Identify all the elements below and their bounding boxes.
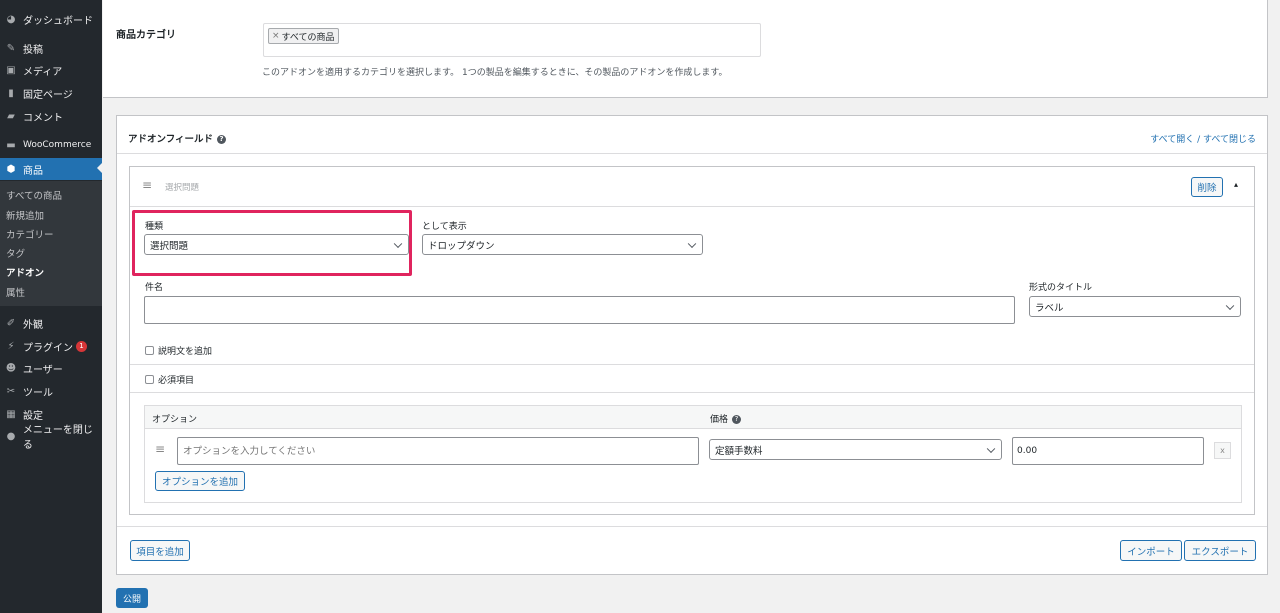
page-icon: ▮ bbox=[8, 87, 14, 99]
required-label: 必須項目 bbox=[158, 376, 195, 386]
submenu-attributes[interactable]: 属性 bbox=[6, 285, 25, 299]
display-label: として表示 bbox=[422, 222, 467, 232]
delete-button[interactable]: 削除 bbox=[1191, 177, 1223, 197]
add-field-button[interactable]: 項目を追加 bbox=[130, 540, 190, 561]
chevron-down-icon bbox=[687, 239, 697, 248]
divider bbox=[117, 153, 1267, 154]
option-drag-handle-icon[interactable]: ≡ bbox=[155, 442, 165, 456]
price-input[interactable]: 0.00 bbox=[1012, 437, 1204, 465]
divider bbox=[117, 526, 1267, 527]
option-input[interactable] bbox=[177, 437, 699, 465]
tag-remove-icon[interactable]: × bbox=[272, 31, 280, 41]
menu-plugins[interactable]: ⚡ プラグイン 1 bbox=[0, 336, 102, 356]
pin-icon: ✎ bbox=[6, 42, 16, 54]
export-button[interactable]: エクスポート bbox=[1184, 540, 1256, 561]
category-panel: 商品カテゴリ × すべての商品 このアドオンを適用するカテゴリを選択します。 1… bbox=[103, 0, 1268, 98]
menu-woocommerce[interactable]: ▬ WooCommerce bbox=[0, 135, 102, 155]
divider bbox=[130, 392, 1254, 393]
category-label: 商品カテゴリ bbox=[116, 30, 176, 41]
comment-icon: ▰ bbox=[7, 110, 15, 122]
woocommerce-icon: ▬ bbox=[6, 139, 16, 151]
help-icon[interactable]: ? bbox=[732, 415, 742, 424]
submenu-add-new[interactable]: 新規追加 bbox=[6, 208, 44, 222]
publish-button[interactable]: 公開 bbox=[116, 588, 148, 608]
collapse-icon: ● bbox=[6, 430, 16, 442]
menu-tools[interactable]: ✂ ツール bbox=[0, 381, 102, 401]
plugin-update-badge: 1 bbox=[76, 340, 87, 352]
menu-dashboard[interactable]: ◕ ダッシュボード bbox=[0, 9, 102, 29]
menu-collapse[interactable]: ● メニューを閉じる bbox=[0, 425, 102, 451]
addon-fields-title: アドオンフィールド? bbox=[128, 131, 227, 145]
category-select[interactable]: × すべての商品 bbox=[263, 23, 761, 57]
dashboard-icon: ◕ bbox=[6, 13, 16, 25]
media-icon: ▣ bbox=[6, 64, 16, 76]
display-select[interactable]: ドロップダウン bbox=[422, 234, 703, 255]
help-icon[interactable]: ? bbox=[217, 135, 227, 144]
category-description: このアドオンを適用するカテゴリを選択します。 1つの製品を編集するときに、その製… bbox=[262, 68, 728, 78]
add-description-label: 説明文を追加 bbox=[158, 347, 213, 357]
menu-appearance[interactable]: ✐ 外観 bbox=[0, 313, 102, 333]
chevron-down-icon bbox=[1225, 301, 1235, 310]
chevron-down-icon bbox=[986, 444, 996, 453]
options-table: オプション 価格? ≡ 定額手数料 0.00 x オプションを追加 bbox=[144, 405, 1242, 503]
format-select[interactable]: ラベル bbox=[1029, 296, 1241, 317]
highlight-box bbox=[132, 210, 412, 276]
name-label: 件名 bbox=[145, 283, 164, 293]
wrench-icon: ✂ bbox=[6, 385, 16, 397]
name-input[interactable] bbox=[144, 296, 1015, 324]
category-tag: × すべての商品 bbox=[268, 28, 339, 44]
options-header: オプション bbox=[152, 415, 198, 425]
user-icon: ☻ bbox=[5, 362, 17, 374]
options-table-header bbox=[145, 406, 1241, 429]
field-header-title: 選択問題 bbox=[165, 183, 200, 193]
brush-icon: ✐ bbox=[6, 317, 16, 329]
import-button[interactable]: インポート bbox=[1120, 540, 1182, 561]
add-description-checkbox[interactable] bbox=[145, 346, 154, 355]
required-checkbox[interactable] bbox=[145, 375, 154, 384]
menu-users[interactable]: ☻ ユーザー bbox=[0, 358, 102, 378]
format-label: 形式のタイトル bbox=[1029, 283, 1093, 293]
price-header: 価格? bbox=[710, 412, 742, 425]
menu-media[interactable]: ▣ メディア bbox=[0, 60, 102, 80]
remove-option-button[interactable]: x bbox=[1214, 442, 1231, 459]
menu-comments[interactable]: ▰ コメント bbox=[0, 106, 102, 126]
admin-sidebar: ◕ ダッシュボード ✎ 投稿 ▣ メディア ▮ 固定ページ ▰ コメント ▬ WooComm… bbox=[0, 0, 102, 613]
products-submenu: すべての商品 新規追加 カテゴリー タグ アドオン 属性 bbox=[0, 181, 102, 306]
submenu-addons[interactable]: アドオン bbox=[6, 265, 44, 279]
submenu-tags[interactable]: タグ bbox=[6, 246, 25, 260]
toggle-all-link[interactable]: すべて開く / すべて閉じる bbox=[1150, 132, 1256, 145]
divider bbox=[130, 206, 1254, 207]
submenu-all-products[interactable]: すべての商品 bbox=[6, 188, 62, 202]
menu-pages[interactable]: ▮ 固定ページ bbox=[0, 83, 102, 103]
current-arrow bbox=[97, 163, 102, 173]
collapse-icon[interactable]: ▴ bbox=[1234, 180, 1238, 189]
submenu-categories[interactable]: カテゴリー bbox=[6, 227, 54, 241]
divider bbox=[130, 364, 1254, 365]
price-type-select[interactable]: 定額手数料 bbox=[709, 439, 1002, 460]
product-icon: ⬢ bbox=[6, 163, 16, 175]
plugin-icon: ⚡ bbox=[7, 340, 15, 352]
add-option-button[interactable]: オプションを追加 bbox=[155, 471, 245, 491]
menu-products[interactable]: ⬢ 商品 bbox=[0, 158, 102, 180]
menu-posts[interactable]: ✎ 投稿 bbox=[0, 38, 102, 58]
addon-fields-panel: アドオンフィールド? すべて開く / すべて閉じる ≡ 選択問題 削除 ▴ 種類… bbox=[116, 115, 1268, 575]
drag-handle-icon[interactable]: ≡ bbox=[142, 178, 152, 192]
settings-icon: ▦ bbox=[6, 408, 16, 420]
